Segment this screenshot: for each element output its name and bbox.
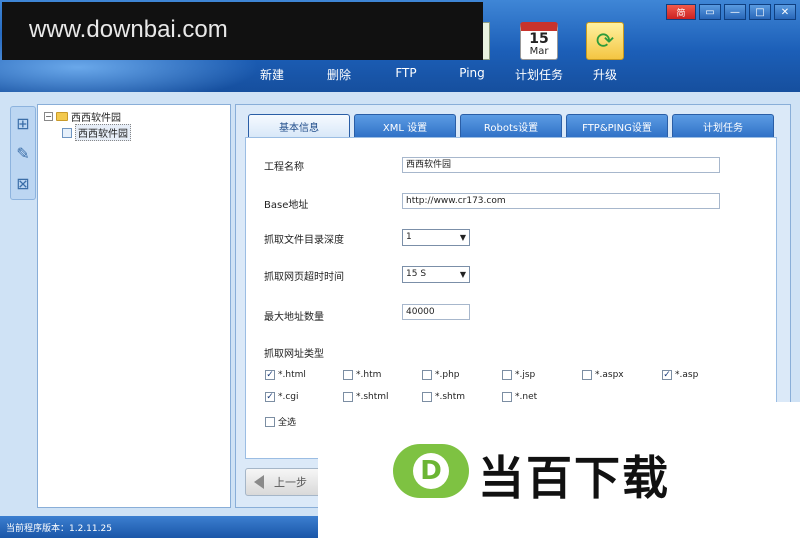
prev-step-button[interactable]: 上一步	[245, 468, 323, 496]
tree-root[interactable]: − 西西软件园	[44, 109, 121, 124]
add-project-icon[interactable]: ⊞	[11, 109, 35, 137]
tab-schedule[interactable]: 计划任务	[672, 114, 774, 138]
brand-logo-letter: D	[413, 453, 449, 489]
checkbox-box[interactable]	[502, 392, 512, 402]
maximize-icon[interactable]: □	[749, 4, 771, 20]
checkbox-label: *.htm	[356, 370, 382, 380]
filetype-checkbox[interactable]: *.shtm	[422, 392, 465, 402]
checkbox-box[interactable]	[582, 370, 592, 380]
tab-ftp-ping-settings[interactable]: FTP&PING设置	[566, 114, 668, 138]
folder-icon	[56, 112, 68, 121]
checkbox-label: *.jsp	[515, 370, 536, 380]
select-all-checkbox[interactable]: 全选	[265, 415, 296, 428]
checkbox-label: *.shtm	[435, 392, 466, 402]
url-types-label: 抓取网址类型	[264, 349, 324, 360]
back-arrow-icon	[254, 475, 264, 489]
base-url-input[interactable]: http://www.cr173.com	[402, 193, 720, 209]
close-icon[interactable]: ✕	[774, 4, 796, 20]
watermark-text: www.downbai.com	[29, 16, 228, 43]
dropdown-arrow-icon: ▼	[459, 270, 466, 279]
max-urls-label: 最大地址数量	[264, 312, 324, 323]
base-url-label: Base地址	[264, 200, 309, 211]
filetype-checkbox[interactable]: ✓ *.html	[265, 370, 306, 380]
filetype-checkbox[interactable]: ✓ *.cgi	[265, 392, 299, 402]
skin-icon[interactable]: ▭	[699, 4, 721, 20]
filetype-checkbox[interactable]: *.jsp	[502, 370, 535, 380]
tab-robots-settings[interactable]: Robots设置	[460, 114, 562, 138]
tree-child[interactable]: 西西软件园	[62, 124, 131, 141]
prev-step-label: 上一步	[274, 476, 307, 489]
dropdown-arrow-icon: ▼	[459, 233, 466, 242]
toolbar-upgrade-button[interactable]: ⟳ 升级	[575, 22, 635, 83]
checkbox-label: *.php	[435, 370, 460, 380]
toolbar-label: 计划任务	[514, 68, 563, 82]
depth-label: 抓取文件目录深度	[264, 235, 344, 246]
brand-watermark: D 当百下载	[318, 402, 800, 538]
checkbox-box[interactable]	[502, 370, 512, 380]
checkbox-label: *.asp	[675, 370, 699, 380]
depth-value: 1	[406, 232, 412, 242]
minimize-icon[interactable]: —	[724, 4, 746, 20]
calendar-month: Mar	[529, 45, 549, 57]
filetype-checkbox[interactable]: *.shtml	[343, 392, 389, 402]
page-icon	[62, 127, 72, 138]
brand-text: 当百下载	[478, 451, 670, 505]
filetype-checkbox[interactable]: *.htm	[343, 370, 381, 380]
toolbar-label: FTP	[395, 66, 417, 80]
project-name-input[interactable]: 西西软件园	[402, 157, 720, 173]
calendar-icon: 15 Mar	[520, 22, 558, 60]
depth-select[interactable]: 1 ▼	[402, 229, 470, 246]
tab-basic-info[interactable]: 基本信息	[248, 114, 350, 138]
checkbox-box[interactable]: ✓	[265, 392, 275, 402]
window-controls: 简 ▭ — □ ✕	[666, 4, 796, 20]
timeout-value: 15 S	[406, 269, 427, 279]
collapse-icon[interactable]: −	[44, 112, 53, 121]
checkbox-box[interactable]: ✓	[662, 370, 672, 380]
upgrade-icon: ⟳	[586, 22, 624, 60]
tree-tools: ⊞ ✎ ⊠	[10, 106, 36, 200]
checkbox-box[interactable]	[265, 416, 275, 427]
checkbox-label: *.html	[278, 370, 306, 380]
brand-logo: D	[393, 444, 469, 498]
timeout-select[interactable]: 15 S ▼	[402, 266, 470, 283]
checkbox-label: 全选	[278, 418, 297, 428]
filetype-checkbox[interactable]: *.net	[502, 392, 537, 402]
max-urls-input[interactable]: 40000	[402, 304, 470, 320]
remove-project-icon[interactable]: ⊠	[11, 169, 35, 197]
checkbox-label: *.aspx	[595, 370, 624, 380]
checkbox-label: *.net	[515, 392, 538, 402]
toolbar-schedule-button[interactable]: 15 Mar 计划任务	[509, 22, 569, 83]
filetype-checkbox[interactable]: ✓ *.asp	[662, 370, 698, 380]
calendar-day: 15	[529, 31, 549, 47]
toolbar-label: 升级	[592, 68, 617, 82]
checkbox-label: *.cgi	[278, 392, 299, 402]
tree-root-label: 西西软件园	[71, 113, 121, 124]
tree-child-label: 西西软件园	[75, 124, 131, 141]
settings-tabs: 基本信息 XML 设置 Robots设置 FTP&PING设置 计划任务	[248, 114, 774, 138]
version-text: 当前程序版本：1.2.11.25	[6, 524, 112, 534]
toolbar-label: Ping	[459, 66, 485, 80]
toolbar-label: 新建	[259, 68, 284, 82]
filetype-checkbox[interactable]: *.aspx	[582, 370, 624, 380]
tab-xml-settings[interactable]: XML 设置	[354, 114, 456, 138]
checkbox-box[interactable]	[422, 392, 432, 402]
checkbox-box[interactable]	[343, 370, 353, 380]
timeout-label: 抓取网页超时时间	[264, 272, 344, 283]
checkbox-label: *.shtml	[356, 392, 389, 402]
edit-project-icon[interactable]: ✎	[11, 139, 35, 167]
language-button[interactable]: 简	[666, 4, 696, 20]
ping-icon	[482, 22, 490, 60]
checkbox-box[interactable]	[422, 370, 432, 380]
filetype-checkbox[interactable]: *.php	[422, 370, 460, 380]
project-name-label: 工程名称	[264, 162, 304, 173]
watermark-banner: www.downbai.com	[2, 2, 483, 60]
project-tree: − 西西软件园 西西软件园	[37, 104, 231, 508]
checkbox-box[interactable]	[343, 392, 353, 402]
checkbox-box[interactable]: ✓	[265, 370, 275, 380]
toolbar-label: 删除	[326, 68, 351, 82]
